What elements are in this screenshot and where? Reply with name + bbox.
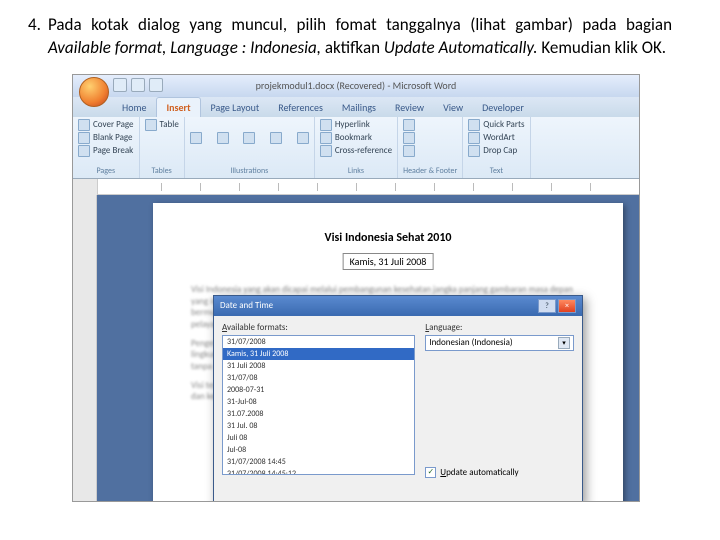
format-option[interactable]: 31-Jul-08 [223, 396, 414, 408]
tab-page-layout[interactable]: Page Layout [202, 98, 269, 117]
dialog-title: Date and Time [220, 300, 273, 311]
update-label: Update automatically [440, 467, 518, 478]
tab-view[interactable]: View [434, 98, 472, 117]
page-number-button[interactable] [403, 145, 457, 157]
qat-save-icon[interactable] [113, 78, 127, 92]
tab-home[interactable]: Home [113, 98, 155, 117]
ribbon: Cover Page Blank Page Page Break Pages T… [73, 117, 639, 179]
tab-mailings[interactable]: Mailings [333, 98, 385, 117]
format-option[interactable]: 31/07/2008 [223, 336, 414, 348]
format-option-selected[interactable]: Kamis, 31 Juli 2008 [223, 348, 414, 360]
group-label-text: Text [468, 164, 524, 176]
group-label-links: Links [320, 164, 392, 176]
quick-parts-button[interactable]: Quick Parts [468, 119, 524, 131]
smartart-button[interactable] [270, 132, 282, 144]
drop-cap-icon [468, 145, 480, 157]
header-icon [403, 119, 415, 131]
close-button[interactable]: × [558, 299, 576, 313]
bookmark-icon [320, 132, 332, 144]
wordart-button[interactable]: WordArt [468, 132, 524, 144]
qat-redo-icon[interactable] [149, 78, 163, 92]
cross-reference-icon [320, 145, 332, 157]
cover-page-button[interactable]: Cover Page [78, 119, 134, 131]
page-number-icon [403, 145, 415, 157]
checkbox-icon: ✓ [425, 467, 436, 478]
wordart-icon [468, 132, 480, 144]
format-option[interactable]: 31/07/2008 14:45:12 [223, 468, 414, 475]
chart-button[interactable] [297, 132, 309, 144]
page-break-icon [78, 145, 90, 157]
quick-parts-icon [468, 119, 480, 131]
hyperlink-icon [320, 119, 332, 131]
ribbon-tabs: Home Insert Page Layout References Maili… [73, 97, 639, 117]
qat-undo-icon[interactable] [131, 78, 145, 92]
horizontal-ruler [73, 179, 639, 195]
formats-listbox[interactable]: 31/07/2008 Kamis, 31 Juli 2008 31 Juli 2… [222, 335, 415, 475]
hyperlink-button[interactable]: Hyperlink [320, 119, 392, 131]
group-label-hf: Header & Footer [403, 164, 457, 176]
format-option[interactable]: 2008-07-31 [223, 384, 414, 396]
chevron-down-icon: ▾ [558, 337, 570, 349]
table-icon [145, 119, 157, 131]
bookmark-button[interactable]: Bookmark [320, 132, 392, 144]
picture-button[interactable] [190, 132, 202, 144]
group-text: Quick Parts WordArt Drop Cap Text [463, 117, 530, 178]
tab-developer[interactable]: Developer [473, 98, 533, 117]
format-option[interactable]: 31.07.2008 [223, 408, 414, 420]
instruction-number: 4. [28, 14, 41, 35]
available-formats-label: Available formats: [222, 322, 415, 333]
titlebar: projekmodul1.docx (Recovered) - Microsof… [73, 75, 639, 97]
page-break-button[interactable]: Page Break [78, 145, 134, 157]
format-option[interactable]: 31/07/2008 14:45 [223, 456, 414, 468]
blank-page-icon [78, 132, 90, 144]
doc-title: Visi Indonesia Sehat 2010 [191, 231, 585, 245]
language-label: Language: [425, 322, 574, 333]
group-label-pages: Pages [78, 164, 134, 176]
header-button[interactable] [403, 119, 457, 131]
language-combobox[interactable]: Indonesian (Indonesia) ▾ [425, 335, 574, 351]
shapes-button[interactable] [243, 132, 255, 144]
drop-cap-button[interactable]: Drop Cap [468, 145, 524, 157]
tab-references[interactable]: References [269, 98, 332, 117]
language-value: Indonesian (Indonesia) [429, 337, 512, 348]
format-option[interactable]: 31 Jul. 08 [223, 420, 414, 432]
tab-insert[interactable]: Insert [156, 97, 200, 117]
quick-access-toolbar [113, 78, 163, 92]
date-time-dialog: Date and Time ? × Available formats: 31/… [213, 295, 583, 502]
group-tables: Table Tables [140, 117, 185, 178]
instruction-text: Pada kotak dialog yang muncul, pilih fom… [0, 0, 720, 70]
format-option[interactable]: 31/07/08 [223, 372, 414, 384]
group-links: Hyperlink Bookmark Cross-reference Links [315, 117, 398, 178]
footer-icon [403, 132, 415, 144]
cross-reference-button[interactable]: Cross-reference [320, 145, 392, 157]
dialog-titlebar: Date and Time ? × [214, 296, 582, 316]
window-title: projekmodul1.docx (Recovered) - Microsof… [256, 79, 457, 92]
group-pages: Cover Page Blank Page Page Break Pages [73, 117, 140, 178]
table-button[interactable]: Table [145, 119, 179, 131]
tab-review[interactable]: Review [386, 98, 433, 117]
format-option[interactable]: Juli 08 [223, 432, 414, 444]
format-option[interactable]: Jul-08 [223, 444, 414, 456]
help-button[interactable]: ? [538, 299, 556, 313]
footer-button[interactable] [403, 132, 457, 144]
smartart-icon [270, 132, 282, 144]
cover-page-icon [78, 119, 90, 131]
format-option[interactable]: 31 Juli 2008 [223, 360, 414, 372]
clipart-icon [217, 132, 229, 144]
blank-page-button[interactable]: Blank Page [78, 132, 134, 144]
word-screenshot: projekmodul1.docx (Recovered) - Microsof… [72, 74, 640, 502]
group-label-tables: Tables [145, 164, 179, 176]
group-header-footer: Header & Footer [398, 117, 463, 178]
group-illustrations: Illustrations [185, 117, 315, 178]
chart-icon [297, 132, 309, 144]
vertical-ruler [73, 195, 97, 501]
update-automatically-checkbox[interactable]: ✓ Update automatically [425, 467, 574, 478]
office-button[interactable] [79, 77, 109, 107]
group-label-illustrations: Illustrations [190, 164, 309, 176]
shapes-icon [243, 132, 255, 144]
picture-icon [190, 132, 202, 144]
doc-date-field[interactable]: Kamis, 31 Juli 2008 [343, 253, 434, 270]
clipart-button[interactable] [217, 132, 229, 144]
